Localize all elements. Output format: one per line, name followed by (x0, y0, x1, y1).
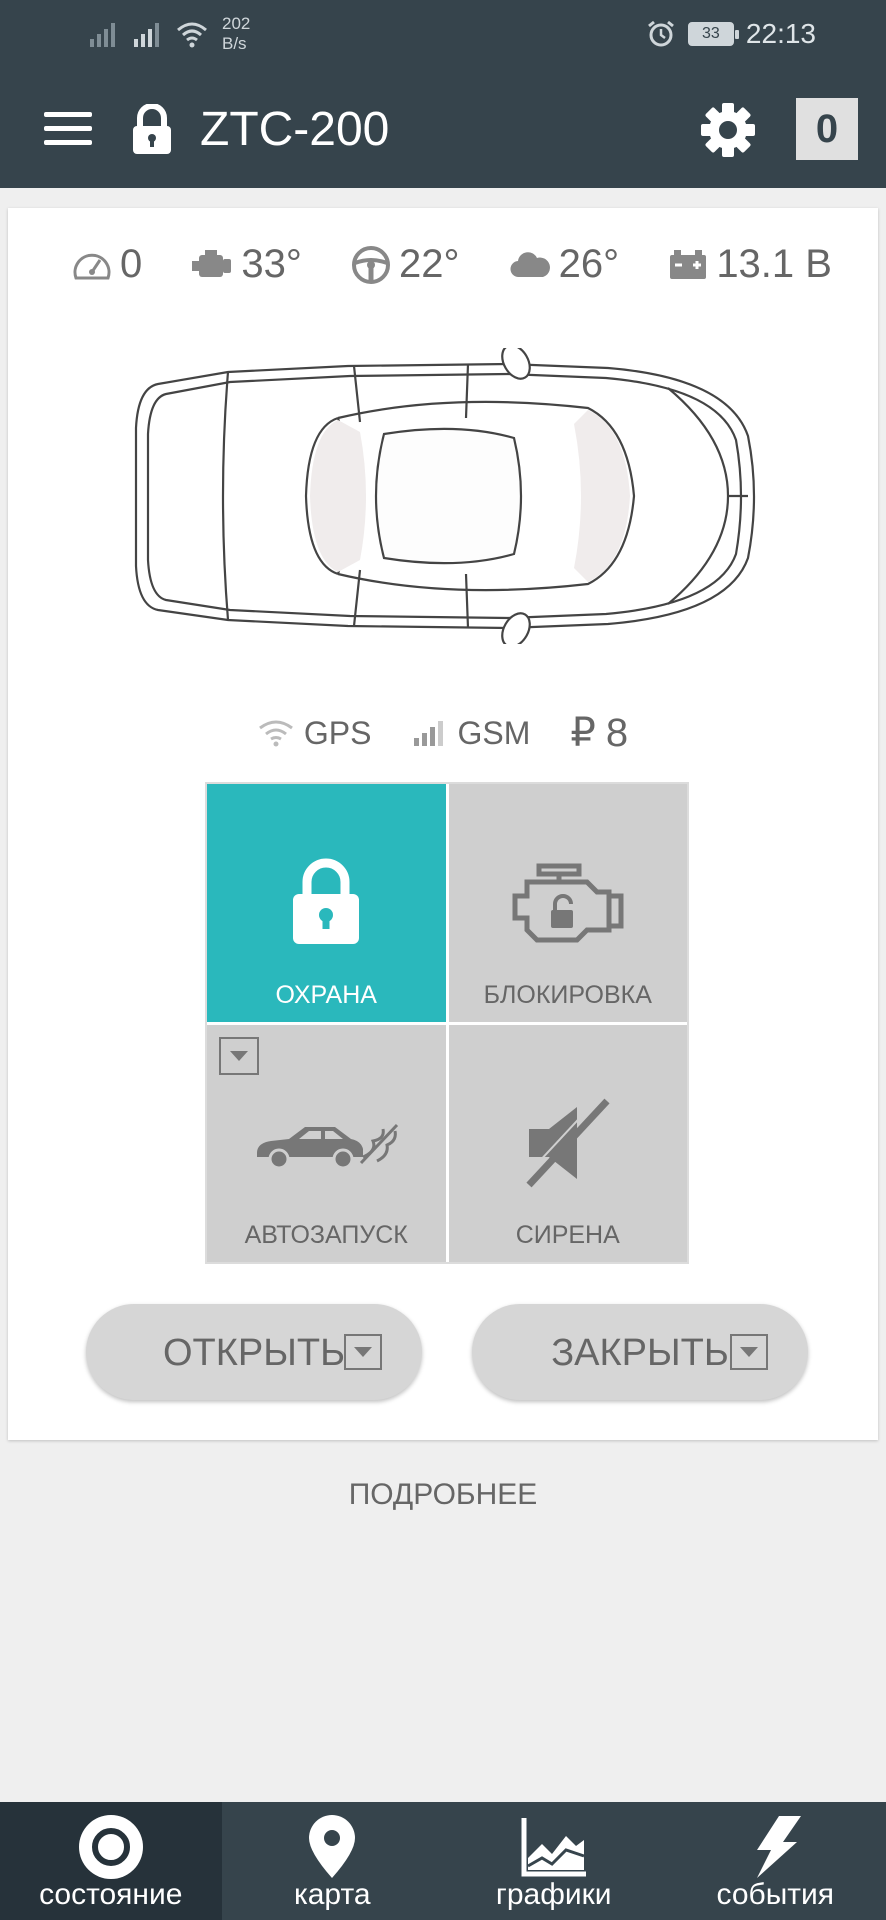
nav-events[interactable]: события (665, 1802, 886, 1920)
nav-status-label: состояние (39, 1878, 183, 1911)
nav-map-label: карта (293, 1878, 371, 1911)
status-right: 33 22:13 (646, 18, 816, 50)
sensor-outside-temp: 26° (509, 242, 620, 287)
network-speed-value: 202 (222, 14, 251, 33)
clock: 22:13 (745, 18, 816, 49)
chevron-down-icon (230, 1050, 248, 1061)
status-bar: 202 B/s 33 22:13 (0, 0, 886, 72)
control-grid: ОХРАНА БЛОКИРОВКА АВТОЗАПУСК СИРЕНА (205, 782, 689, 1264)
block-label: БЛОКИРОВКА (483, 980, 652, 1009)
cabin-temp-value: 22° (399, 242, 460, 286)
open-dropdown[interactable] (344, 1334, 382, 1370)
gsm-label: GSM (457, 714, 531, 751)
nav-charts[interactable]: графики (443, 1802, 665, 1920)
status-card: 0 33° 22° 26° 13.1 В GPS GSM ₽ 8 ОХРАНА … (8, 208, 878, 1440)
voltage-value: 13.1 В (716, 242, 832, 286)
cell-signal-2-icon (134, 23, 159, 47)
gear-icon[interactable] (700, 102, 756, 158)
balance-value: 8 (605, 710, 629, 755)
nav-map[interactable]: карта (222, 1802, 444, 1920)
autostart-tile[interactable]: АВТОЗАПУСК (207, 1024, 446, 1262)
network-speed-unit: B/s (222, 34, 247, 53)
chevron-down-icon (740, 1347, 758, 1357)
guard-label: ОХРАНА (275, 980, 377, 1009)
open-button[interactable]: ОТКРЫТЬ (86, 1304, 422, 1400)
speaker-muted-icon (522, 1096, 610, 1187)
battery-indicator: 33 (687, 22, 739, 46)
bottom-nav: состояние карта графики события (0, 1802, 886, 1920)
autostart-label: АВТОЗАПУСК (244, 1221, 408, 1249)
autostart-dropdown[interactable] (219, 1036, 259, 1075)
device-title: ZTC-200 (200, 103, 390, 156)
alarm-clock-icon (647, 20, 674, 47)
signal-row: GPS GSM ₽ 8 (8, 710, 878, 756)
cell-signal-icon (90, 23, 115, 47)
balance-status: ₽ 8 (570, 710, 628, 756)
lock-icon (133, 104, 171, 154)
nav-events-label: события (716, 1878, 834, 1911)
sensor-engine-temp: 33° (191, 242, 302, 287)
gsm-signal-icon (414, 721, 444, 746)
chart-icon (521, 1818, 586, 1877)
menu-icon[interactable] (44, 112, 92, 148)
map-pin-icon (309, 1815, 356, 1878)
close-dropdown[interactable] (730, 1334, 768, 1370)
car-top-view (134, 348, 756, 644)
block-tile[interactable]: БЛОКИРОВКА (448, 784, 687, 1022)
siren-tile[interactable]: СИРЕНА (448, 1024, 687, 1262)
siren-label: СИРЕНА (515, 1221, 620, 1249)
event-count-badge[interactable]: 0 (796, 98, 858, 160)
gps-signal-icon (259, 720, 293, 747)
engine-temp-value: 33° (241, 242, 302, 286)
nav-status[interactable]: состояние (0, 1802, 222, 1920)
ruble-icon: ₽ (570, 711, 596, 755)
steering-wheel-icon (352, 245, 391, 284)
sensor-speed: 0 (72, 242, 142, 287)
details-link[interactable]: ПОДРОБНЕЕ (0, 1478, 886, 1512)
wifi-icon (177, 22, 207, 48)
gps-label: GPS (303, 714, 372, 751)
cloud-icon (510, 251, 550, 277)
sensor-cabin-temp: 22° (351, 242, 460, 287)
speedometer-icon (73, 253, 111, 279)
lightning-icon (757, 1816, 802, 1878)
status-ring-icon (78, 1815, 143, 1879)
engine-unlock-icon (512, 863, 624, 943)
guard-tile[interactable]: ОХРАНА (207, 784, 446, 1022)
chevron-down-icon (354, 1347, 372, 1357)
car-autostart-icon (257, 1123, 399, 1169)
nav-charts-label: графики (495, 1878, 612, 1911)
car-battery-icon (670, 249, 707, 279)
outside-temp-value: 26° (558, 242, 620, 286)
gps-status: GPS (258, 714, 372, 752)
status-left: 202 B/s (88, 14, 250, 54)
sensor-voltage: 13.1 В (668, 242, 832, 287)
sensor-row: 0 33° 22° 26° 13.1 В (72, 242, 832, 287)
network-speed: 202 B/s (222, 14, 250, 54)
speed-value: 0 (120, 242, 143, 286)
engine-icon (192, 249, 232, 277)
close-button[interactable]: ЗАКРЫТЬ (472, 1304, 808, 1400)
app-bar: ZTC-200 0 (0, 72, 886, 188)
lock-icon (293, 858, 360, 944)
gsm-status: GSM (411, 715, 530, 752)
